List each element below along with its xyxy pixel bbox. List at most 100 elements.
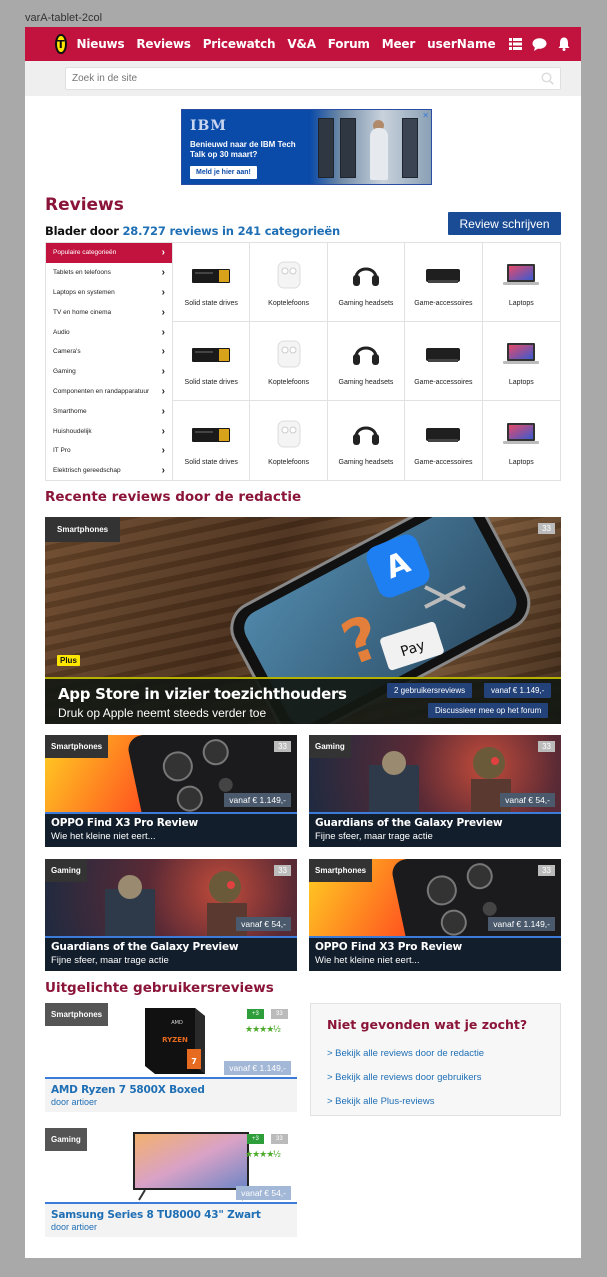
page: T Nieuws Reviews Pricewatch V&A Forum Me…	[25, 27, 581, 1258]
user-review-image-area: Gaming +3 33 ★★★★½ vanaf € 54,-	[45, 1128, 297, 1204]
card-comment-count[interactable]: 33	[538, 741, 555, 752]
user-review-title[interactable]: AMD Ryzen 7 5800X Boxed	[51, 1084, 291, 1096]
review-card[interactable]: Smartphones 33 vanaf € 1.149,- OPPO Find…	[309, 859, 561, 971]
category-item[interactable]: Huishoudelijk ›	[46, 421, 172, 441]
category-tile[interactable]: Laptops	[483, 401, 560, 480]
username-link[interactable]: userName	[427, 37, 496, 51]
user-review-card[interactable]: Gaming +3 33 ★★★★½ vanaf € 54,- Samsung …	[45, 1128, 297, 1237]
hero-user-reviews-pill[interactable]: 2 gebruikersreviews	[387, 683, 473, 698]
user-review-category-tag[interactable]: Smartphones	[45, 1003, 109, 1026]
category-tile[interactable]: Gaming headsets	[327, 243, 406, 322]
ad-close-icon[interactable]: ✕	[422, 111, 429, 120]
hero-price-pill[interactable]: vanaf € 1.149,-	[484, 683, 552, 698]
nav-reviews[interactable]: Reviews	[136, 37, 190, 51]
list-icon[interactable]	[508, 36, 524, 52]
category-tile-label: Solid state drives	[184, 379, 238, 386]
nav-v-en-a[interactable]: V&A	[287, 37, 316, 51]
category-item[interactable]: Audio ›	[46, 322, 172, 342]
nav-nieuws[interactable]: Nieuws	[77, 37, 125, 51]
hero-title[interactable]: App Store in vizier toezichthouders	[58, 685, 347, 703]
category-label: Huishoudelijk	[53, 427, 92, 435]
card-category-tag[interactable]: Gaming	[309, 735, 351, 758]
card-subtitle: Wie het kleine niet eert...	[315, 955, 420, 966]
category-tile[interactable]: Koptelefoons	[250, 322, 328, 401]
category-tile[interactable]: Solid state drives	[173, 243, 251, 322]
ibm-advertisement[interactable]: IBM Benieuwd naar de IBM Tech Talk op 30…	[181, 109, 432, 185]
user-review-price[interactable]: vanaf € 54,-	[236, 1186, 291, 1200]
card-title[interactable]: Guardians of the Galaxy Preview	[315, 817, 503, 829]
category-tile[interactable]: Koptelefoons	[250, 401, 328, 480]
review-card[interactable]: Smartphones 33 vanaf € 1.149,- OPPO Find…	[45, 735, 297, 847]
category-tile[interactable]: Koptelefoons	[250, 243, 328, 322]
ad-signup-button[interactable]: Meld je hier aan!	[190, 166, 257, 179]
card-comment-count[interactable]: 33	[274, 865, 291, 876]
link-editor-reviews[interactable]: > Bekijk alle reviews door de redactie	[327, 1048, 544, 1059]
category-tile-label: Koptelefoons	[268, 379, 310, 386]
user-review-title[interactable]: Samsung Series 8 TU8000 43" Zwart	[51, 1209, 291, 1221]
chevron-right-icon: ›	[161, 326, 165, 338]
user-review-author[interactable]: door artioer	[51, 1222, 291, 1232]
category-item[interactable]: IT Pro ›	[46, 441, 172, 461]
category-item[interactable]: TV en home cinema ›	[46, 302, 172, 322]
category-tile[interactable]: Laptops	[482, 243, 560, 322]
category-list: Populaire categorieën › Tablets en telefoo…	[46, 243, 173, 480]
laptop-icon	[499, 419, 543, 449]
card-category-tag[interactable]: Smartphones	[309, 859, 373, 882]
nav-meer[interactable]: Meer	[382, 37, 416, 51]
card-price[interactable]: vanaf € 1.149,-	[224, 793, 291, 807]
nav-forum[interactable]: Forum	[328, 37, 370, 51]
category-item[interactable]: Gaming ›	[46, 362, 172, 382]
card-title[interactable]: OPPO Find X3 Pro Review	[51, 817, 198, 829]
bell-icon[interactable]	[556, 36, 572, 52]
card-title[interactable]: OPPO Find X3 Pro Review	[315, 941, 462, 953]
link-plus-reviews[interactable]: > Bekijk alle Plus-reviews	[327, 1096, 544, 1107]
search-icon[interactable]	[541, 72, 554, 90]
user-review-card[interactable]: AMD RYZEN 7 Smartphones +3 33 ★★★★½ vana…	[45, 1003, 297, 1112]
review-card[interactable]: Gaming 33 vanaf € 54,- Guardians of the …	[45, 859, 297, 971]
hero-review-card[interactable]: A ? Pay Smartphones 33 Plus App Store in…	[45, 517, 561, 724]
category-tile[interactable]: Laptops	[482, 322, 560, 401]
category-item[interactable]: Elektrisch gereedschap ›	[46, 461, 172, 481]
review-card[interactable]: Gaming 33 vanaf € 54,- Guardians of the …	[309, 735, 561, 847]
category-grid: Solid state drives Koptelefoons Gaming hea…	[173, 243, 560, 480]
hero-comment-count[interactable]: 33	[538, 523, 555, 534]
user-review-comment-count[interactable]: 33	[271, 1134, 288, 1144]
cpu-name-text: RYZEN	[162, 1036, 188, 1044]
write-review-button[interactable]: Review schrijven	[448, 212, 561, 235]
category-tile[interactable]: Game-accessoires	[405, 243, 483, 322]
link-user-reviews[interactable]: > Bekijk alle reviews door gebruikers	[327, 1072, 544, 1083]
category-item[interactable]: Componenten en randapparatuur ›	[46, 382, 172, 402]
user-review-category-tag[interactable]: Gaming	[45, 1128, 87, 1151]
category-tile[interactable]: Game-accessoires	[405, 322, 483, 401]
card-category-tag[interactable]: Smartphones	[45, 735, 109, 758]
card-comment-count[interactable]: 33	[538, 865, 555, 876]
category-item[interactable]: Smarthome ›	[46, 401, 172, 421]
card-price[interactable]: vanaf € 54,-	[236, 917, 291, 931]
site-logo[interactable]: T	[55, 34, 67, 54]
user-review-comment-count[interactable]: 33	[271, 1009, 288, 1019]
card-price[interactable]: vanaf € 54,-	[500, 793, 555, 807]
nav-pricewatch[interactable]: Pricewatch	[203, 37, 276, 51]
category-item[interactable]: Camera's ›	[46, 342, 172, 362]
category-item[interactable]: Tablets en telefoons ›	[46, 263, 172, 283]
category-item[interactable]: Populaire categorieën ›	[46, 243, 172, 263]
category-item[interactable]: Laptops en systemen ›	[46, 283, 172, 303]
chat-icon[interactable]	[532, 36, 548, 52]
card-category-tag[interactable]: Gaming	[45, 859, 87, 882]
subtitle-count-link[interactable]: 28.727 reviews in 241 categorieën	[122, 224, 340, 238]
category-tile[interactable]: Game-accessoires	[405, 401, 483, 480]
user-review-author[interactable]: door artioer	[51, 1097, 291, 1107]
category-tile[interactable]: Solid state drives	[173, 401, 251, 480]
card-comment-count[interactable]: 33	[274, 741, 291, 752]
search-input[interactable]	[66, 68, 560, 89]
category-tile[interactable]: Gaming headsets	[328, 401, 406, 480]
hero-discuss-pill[interactable]: Discussieer mee op het forum	[428, 703, 549, 718]
user-review-price[interactable]: vanaf € 1.149,-	[224, 1061, 291, 1075]
ad-brand: IBM	[190, 118, 227, 134]
category-tile[interactable]: Gaming headsets	[327, 322, 406, 401]
hero-category-tag[interactable]: Smartphones	[45, 517, 121, 542]
rating-stars: ★★★★½	[245, 1024, 281, 1034]
card-price[interactable]: vanaf € 1.149,-	[488, 917, 555, 931]
card-title[interactable]: Guardians of the Galaxy Preview	[51, 941, 239, 953]
category-tile[interactable]: Solid state drives	[173, 322, 251, 401]
